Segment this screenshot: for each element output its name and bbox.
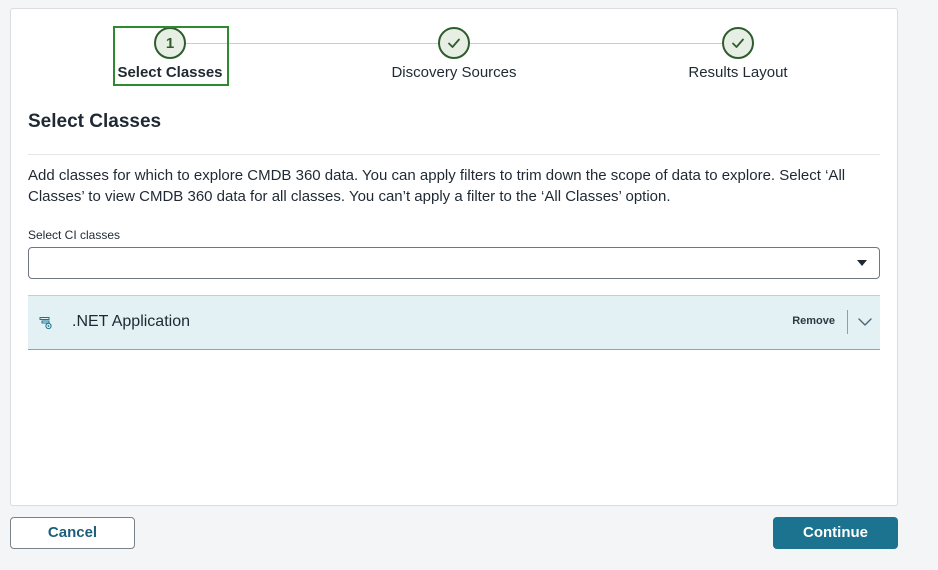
section-title: Select Classes bbox=[28, 111, 162, 132]
ci-classes-select[interactable] bbox=[28, 247, 880, 279]
step-discovery-sources[interactable]: Discovery Sources bbox=[354, 27, 554, 81]
step-number: 1 bbox=[165, 34, 175, 52]
section-description: Add classes for which to explore CMDB 36… bbox=[28, 167, 846, 205]
application-class-icon bbox=[39, 317, 52, 330]
caret-down-icon bbox=[857, 260, 867, 266]
remove-class-button[interactable]: Remove bbox=[792, 315, 835, 327]
step-label: Select Classes bbox=[117, 64, 223, 81]
wizard-stepper: 1 Select Classes Discovery Sources Resul… bbox=[11, 9, 899, 99]
selected-class-row: .NET Application Remove bbox=[28, 295, 880, 350]
step-label: Results Layout bbox=[688, 64, 788, 81]
checkmark-icon bbox=[722, 27, 754, 59]
step-select-classes[interactable]: 1 Select Classes bbox=[70, 27, 270, 81]
step-number-badge: 1 bbox=[154, 27, 186, 59]
chevron-down-icon[interactable] bbox=[856, 315, 874, 329]
cancel-button[interactable]: Cancel bbox=[10, 517, 135, 549]
step-label: Discovery Sources bbox=[391, 64, 517, 81]
ci-classes-label: Select CI classes bbox=[28, 228, 121, 242]
class-name: .NET Application bbox=[72, 313, 190, 330]
section-divider bbox=[28, 154, 880, 155]
wizard-card: 1 Select Classes Discovery Sources Resul… bbox=[10, 8, 898, 506]
row-separator bbox=[847, 310, 848, 334]
checkmark-icon bbox=[438, 27, 470, 59]
continue-button[interactable]: Continue bbox=[773, 517, 898, 549]
step-results-layout[interactable]: Results Layout bbox=[638, 27, 838, 81]
